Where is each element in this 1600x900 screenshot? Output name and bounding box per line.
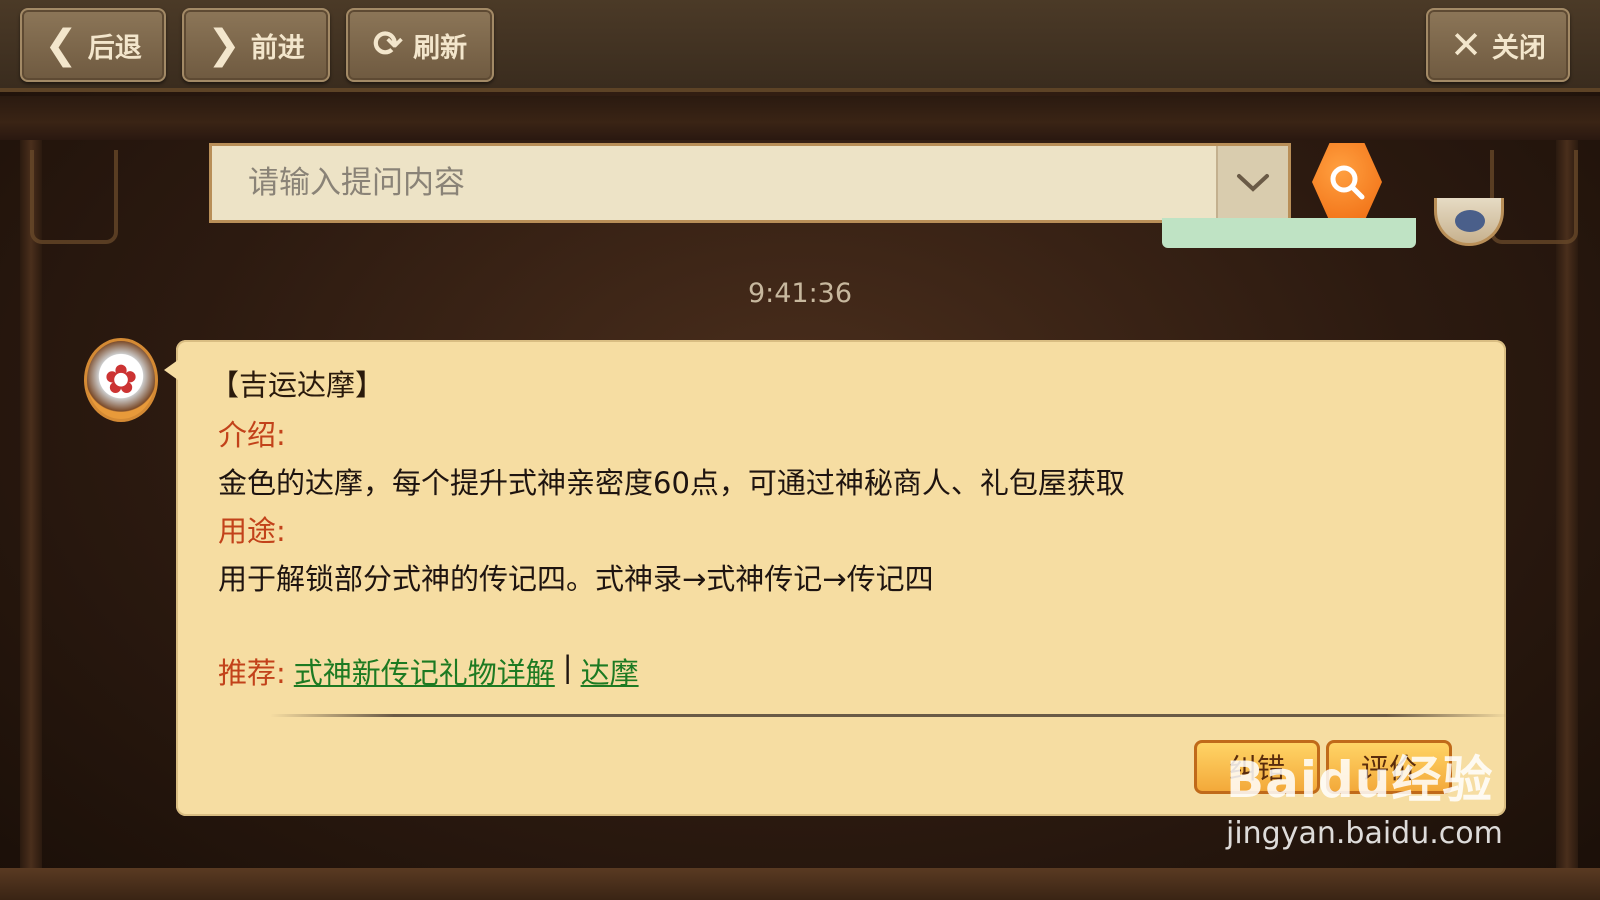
decorative-beam <box>0 96 1600 140</box>
recommend-link-shikigami-gifts[interactable]: 式神新传记礼物详解 <box>294 650 555 692</box>
back-label: 后退 <box>87 32 142 64</box>
decorative-bracket-left <box>30 150 118 244</box>
top-toolbar: ❮ 后退 ❯ 前进 ⟳ 刷新 ✕ 关闭 <box>0 0 1600 92</box>
refresh-icon: ⟳ <box>372 24 404 65</box>
refresh-label: 刷新 <box>413 32 468 64</box>
close-icon: ✕ <box>1450 23 1482 67</box>
bot-avatar: ✿ <box>84 338 158 422</box>
decorative-floor <box>0 868 1600 900</box>
decorative-bracket-right <box>1490 150 1578 244</box>
usage-label: 用途: <box>218 514 286 548</box>
watermark-url: jingyan.baidu.com <box>1226 816 1503 851</box>
chevron-left-icon: ❮ <box>44 22 78 68</box>
intro-text: 金色的达摩，每个提升式神亲密度60点，可通过神秘商人、礼包屋获取 <box>218 466 1125 500</box>
forward-label: 前进 <box>250 32 305 64</box>
daruma-face-icon: ✿ <box>104 357 138 403</box>
back-button[interactable]: ❮ 后退 <box>20 8 166 82</box>
item-title: 【吉运达摩】 <box>210 368 385 402</box>
bubble-divider <box>270 714 1510 717</box>
message-timestamp: 9:41:36 <box>747 278 853 309</box>
intro-label: 介绍: <box>218 418 286 452</box>
baidu-logo: Baidu经验 <box>1226 751 1494 809</box>
recommend-link-daruma[interactable]: 达摩 <box>581 650 639 692</box>
forward-button[interactable]: ❯ 前进 <box>182 8 330 82</box>
chevron-right-icon: ❯ <box>207 22 241 68</box>
search-input[interactable] <box>212 146 1212 220</box>
history-dropdown-button[interactable] <box>1216 146 1288 220</box>
decorative-pillar-right <box>1556 140 1578 900</box>
search-icon <box>1330 165 1365 200</box>
previous-user-message <box>1162 218 1416 248</box>
close-label: 关闭 <box>1491 32 1546 64</box>
close-button[interactable]: ✕ 关闭 <box>1426 8 1570 82</box>
search-bar <box>209 143 1291 223</box>
baidu-watermark: Baidu经验 jingyan.baidu.com <box>1226 740 1526 851</box>
refresh-button[interactable]: ⟳ 刷新 <box>346 8 494 82</box>
recommend-row: 推荐: 式神新传记礼物详解 | 达摩 <box>218 650 639 692</box>
decorative-pillar-left <box>20 140 42 900</box>
recommend-separator: | <box>562 650 573 684</box>
usage-text: 用于解锁部分式神的传记四。式神录→式神传记→传记四 <box>218 562 934 596</box>
chevron-down-icon <box>1237 174 1269 192</box>
recommend-label: 推荐: <box>218 656 286 690</box>
search-button[interactable] <box>1312 143 1382 221</box>
